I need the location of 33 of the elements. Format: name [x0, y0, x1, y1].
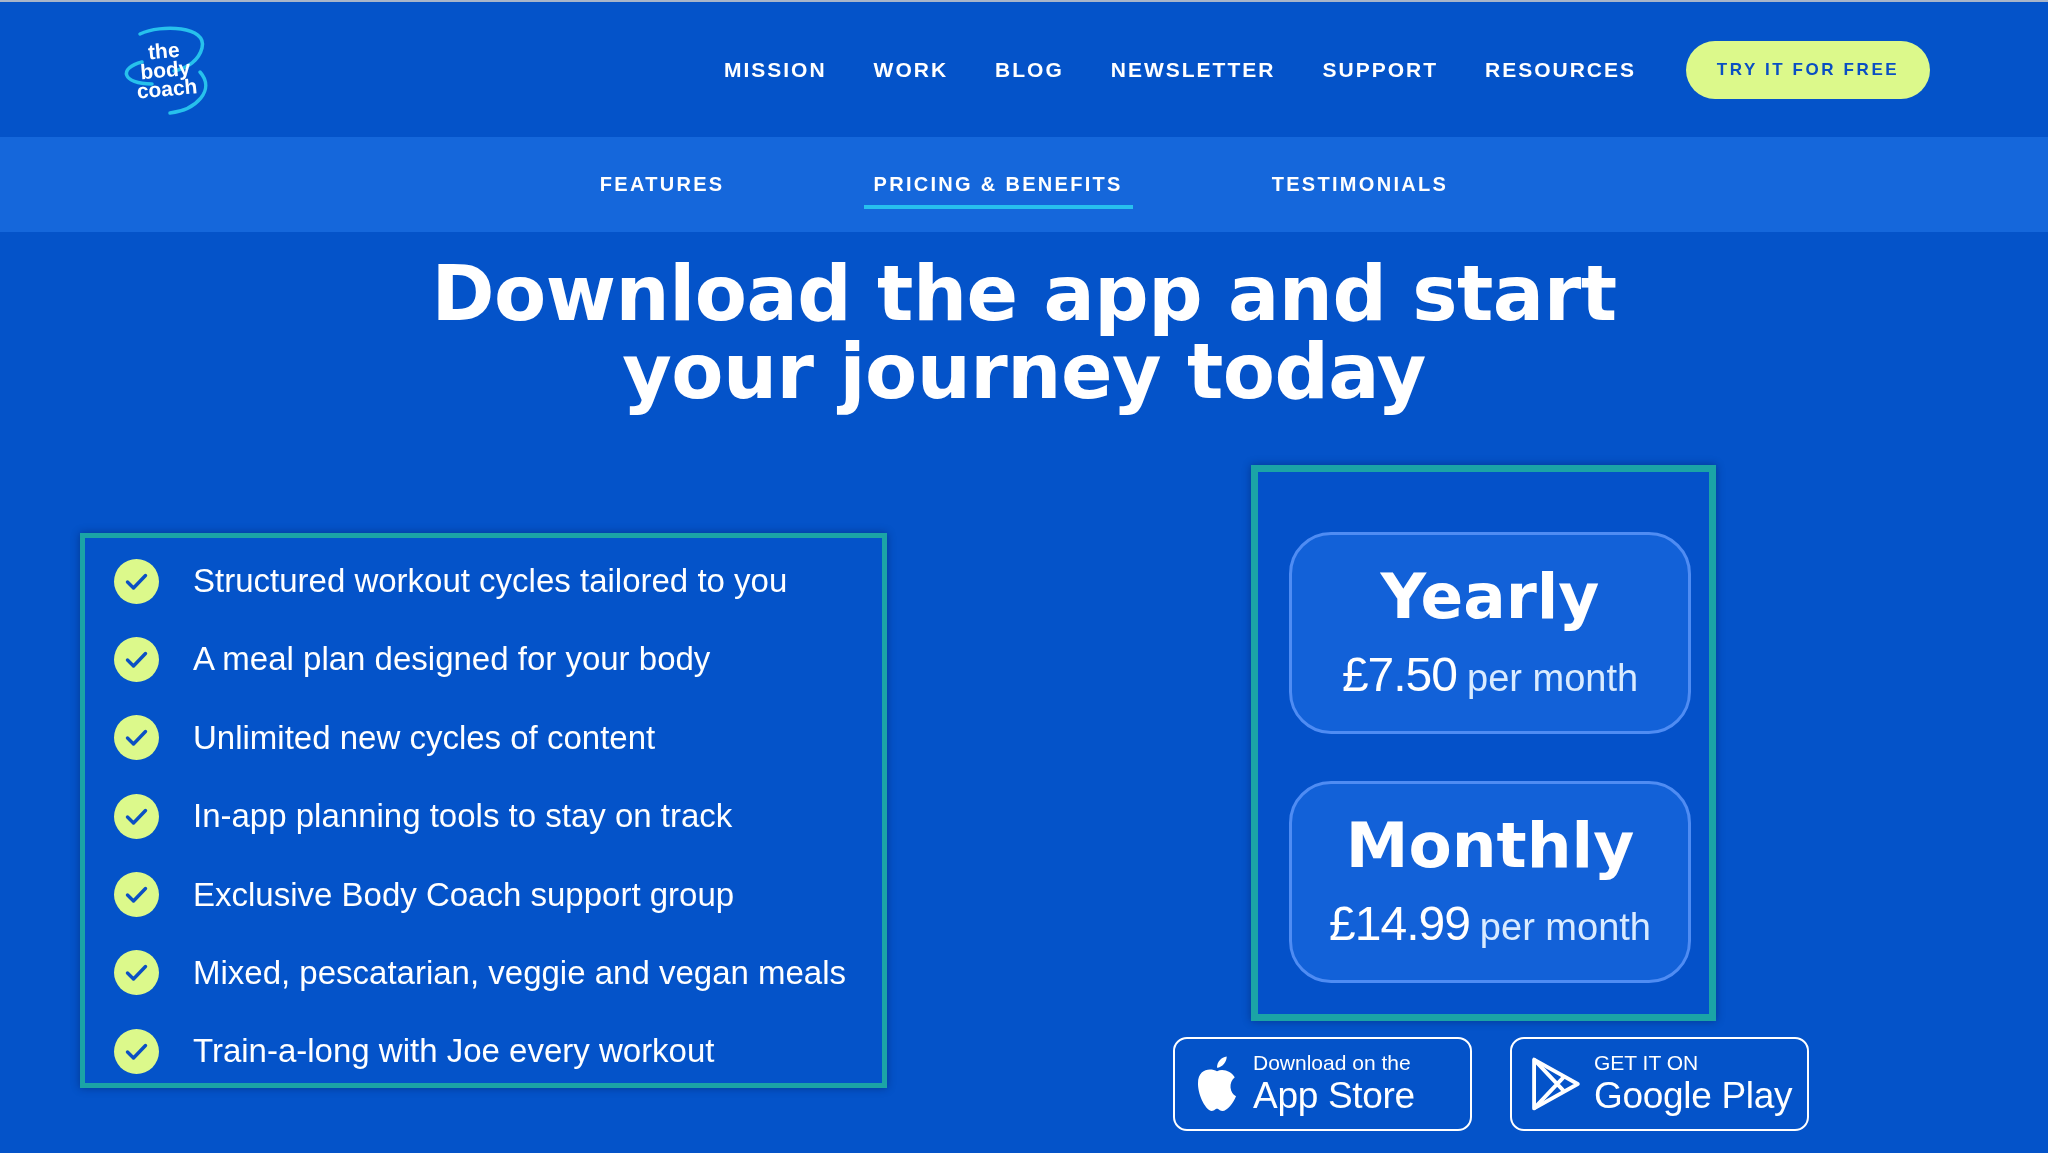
store-badge[interactable]: GET IT ON Google Play	[1510, 1037, 1809, 1131]
feature-text: Structured workout cycles tailored to you	[193, 561, 788, 601]
plan-name: Monthly	[1345, 811, 1635, 881]
check-circle-icon	[114, 872, 159, 918]
section-tab[interactable]: PRICING & BENEFITS	[863, 162, 1133, 209]
section-tab[interactable]: TESTIMONIALS	[1261, 162, 1459, 209]
plan-name: Yearly	[1380, 562, 1600, 632]
play-triangle-icon	[1532, 1057, 1580, 1111]
plan-price: £7.50 per month	[1341, 650, 1639, 703]
check-circle-icon	[114, 793, 159, 839]
check-circle-icon	[114, 636, 159, 682]
nav-link[interactable]: NEWSLETTER	[1110, 56, 1276, 83]
check-circle-icon	[114, 1028, 159, 1074]
store-badge[interactable]: Download on the App Store	[1173, 1037, 1472, 1131]
feature-text: A meal plan designed for your body	[193, 639, 711, 680]
plan-price: £14.99 per month	[1329, 899, 1651, 952]
try-free-button[interactable]: TRY IT FOR FREE	[1686, 40, 1930, 99]
check-circle-icon	[114, 950, 159, 996]
logo[interactable]: the body coach	[116, 23, 214, 116]
feature-text: Unlimited new cycles of content	[193, 717, 656, 758]
nav-link[interactable]: MISSION	[723, 56, 827, 83]
feature-text: Train-a-long with Joe every workout	[193, 1031, 715, 1072]
check-circle-icon	[114, 715, 159, 761]
feature-text: In-app planning tools to stay on track	[193, 796, 733, 837]
apple-icon	[1195, 1056, 1239, 1112]
check-circle-icon	[114, 558, 159, 604]
nav-link[interactable]: BLOG	[995, 56, 1064, 83]
nav-link[interactable]: RESOURCES	[1484, 56, 1636, 83]
section-tab[interactable]: FEATURES	[589, 162, 735, 209]
feature-text: Exclusive Body Coach support group	[193, 874, 735, 915]
nav-link[interactable]: WORK	[873, 56, 949, 83]
nav-link[interactable]: SUPPORT	[1322, 56, 1438, 83]
feature-text: Mixed, pescatarian, veggie and vegan meals	[193, 952, 847, 993]
